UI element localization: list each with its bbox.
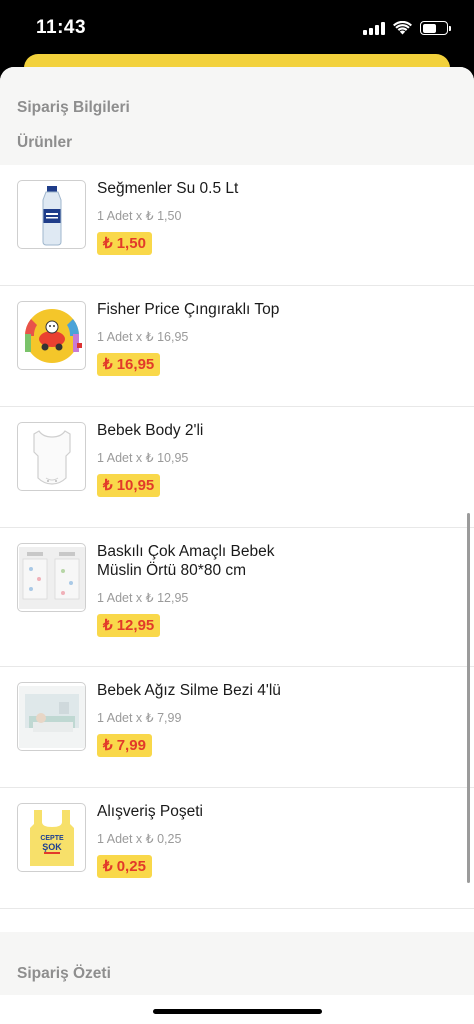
product-name: Baskılı Çok Amaçlı Bebek Müslin Örtü 80*…: [97, 543, 275, 579]
bag-brand-line-2: ŞOK: [42, 842, 62, 852]
rattle-ball-image: [17, 301, 86, 370]
list-item[interactable]: Baskılı Çok Amaçlı Bebek Müslin Örtü 80*…: [0, 528, 474, 667]
product-name: Bebek Body 2'li: [97, 422, 204, 439]
product-name: Seğmenler Su 0.5 Lt: [97, 180, 239, 197]
wifi-icon: [393, 21, 412, 35]
product-price: ₺ 10,95: [97, 474, 161, 497]
home-indicator[interactable]: [153, 1009, 322, 1014]
product-name: Fisher Price Çıngıraklı Top: [97, 301, 280, 318]
list-item[interactable]: Bebek Ağız Silme Bezi 4'lü 1 Adet x ₺ 7,…: [0, 667, 474, 788]
shopping-bag-image: CEPTE ŞOK: [17, 803, 86, 872]
product-price: ₺ 1,50: [97, 232, 152, 255]
product-quantity: 1 Adet x ₺ 7,99: [97, 711, 182, 725]
list-item[interactable]: Seğmenler Su 0.5 Lt 1 Adet x ₺ 1,50 ₺ 1,…: [0, 165, 474, 286]
list-item[interactable]: Fisher Price Çıngıraklı Top 1 Adet x ₺ 1…: [0, 286, 474, 407]
baby-body-image: [17, 422, 86, 491]
product-quantity: 1 Adet x ₺ 0,25: [97, 832, 182, 846]
bib-cloth-image: [17, 682, 86, 751]
order-summary-title: Sipariş Özeti: [17, 965, 111, 982]
list-item[interactable]: Bebek Body 2'li 1 Adet x ₺ 10,95 ₺ 10,95: [0, 407, 474, 528]
product-quantity: 1 Adet x ₺ 12,95: [97, 591, 189, 605]
product-price: ₺ 12,95: [97, 614, 161, 637]
product-quantity: 1 Adet x ₺ 10,95: [97, 451, 189, 465]
products-title: Ürünler: [17, 134, 73, 151]
order-detail-sheet: Sipariş Bilgileri Ürünler Seğmenler Su 0…: [0, 67, 474, 1024]
water-bottle-image: [17, 180, 86, 249]
bag-brand-line-1: CEPTE: [40, 835, 64, 842]
list-item[interactable]: CEPTE ŞOK Alışveriş Poşeti 1 Adet x ₺ 0,…: [0, 788, 474, 909]
status-time: 11:43: [36, 17, 87, 38]
battery-icon: [420, 21, 451, 35]
scrollbar[interactable]: [467, 513, 470, 883]
product-price: ₺ 7,99: [97, 734, 152, 757]
product-quantity: 1 Adet x ₺ 1,50: [97, 209, 182, 223]
product-price: ₺ 16,95: [97, 353, 161, 376]
muslin-cloth-image: [17, 543, 86, 612]
status-icons: [363, 21, 451, 35]
product-price: ₺ 0,25: [97, 855, 152, 878]
status-bar: 11:43: [0, 0, 474, 56]
product-quantity: 1 Adet x ₺ 16,95: [97, 330, 189, 344]
product-list: Seğmenler Su 0.5 Lt 1 Adet x ₺ 1,50 ₺ 1,…: [0, 165, 474, 909]
order-info-title: Sipariş Bilgileri: [17, 99, 130, 116]
cellular-signal-icon: [363, 21, 385, 35]
product-name: Alışveriş Poşeti: [97, 803, 203, 820]
product-name: Bebek Ağız Silme Bezi 4'lü: [97, 682, 281, 699]
